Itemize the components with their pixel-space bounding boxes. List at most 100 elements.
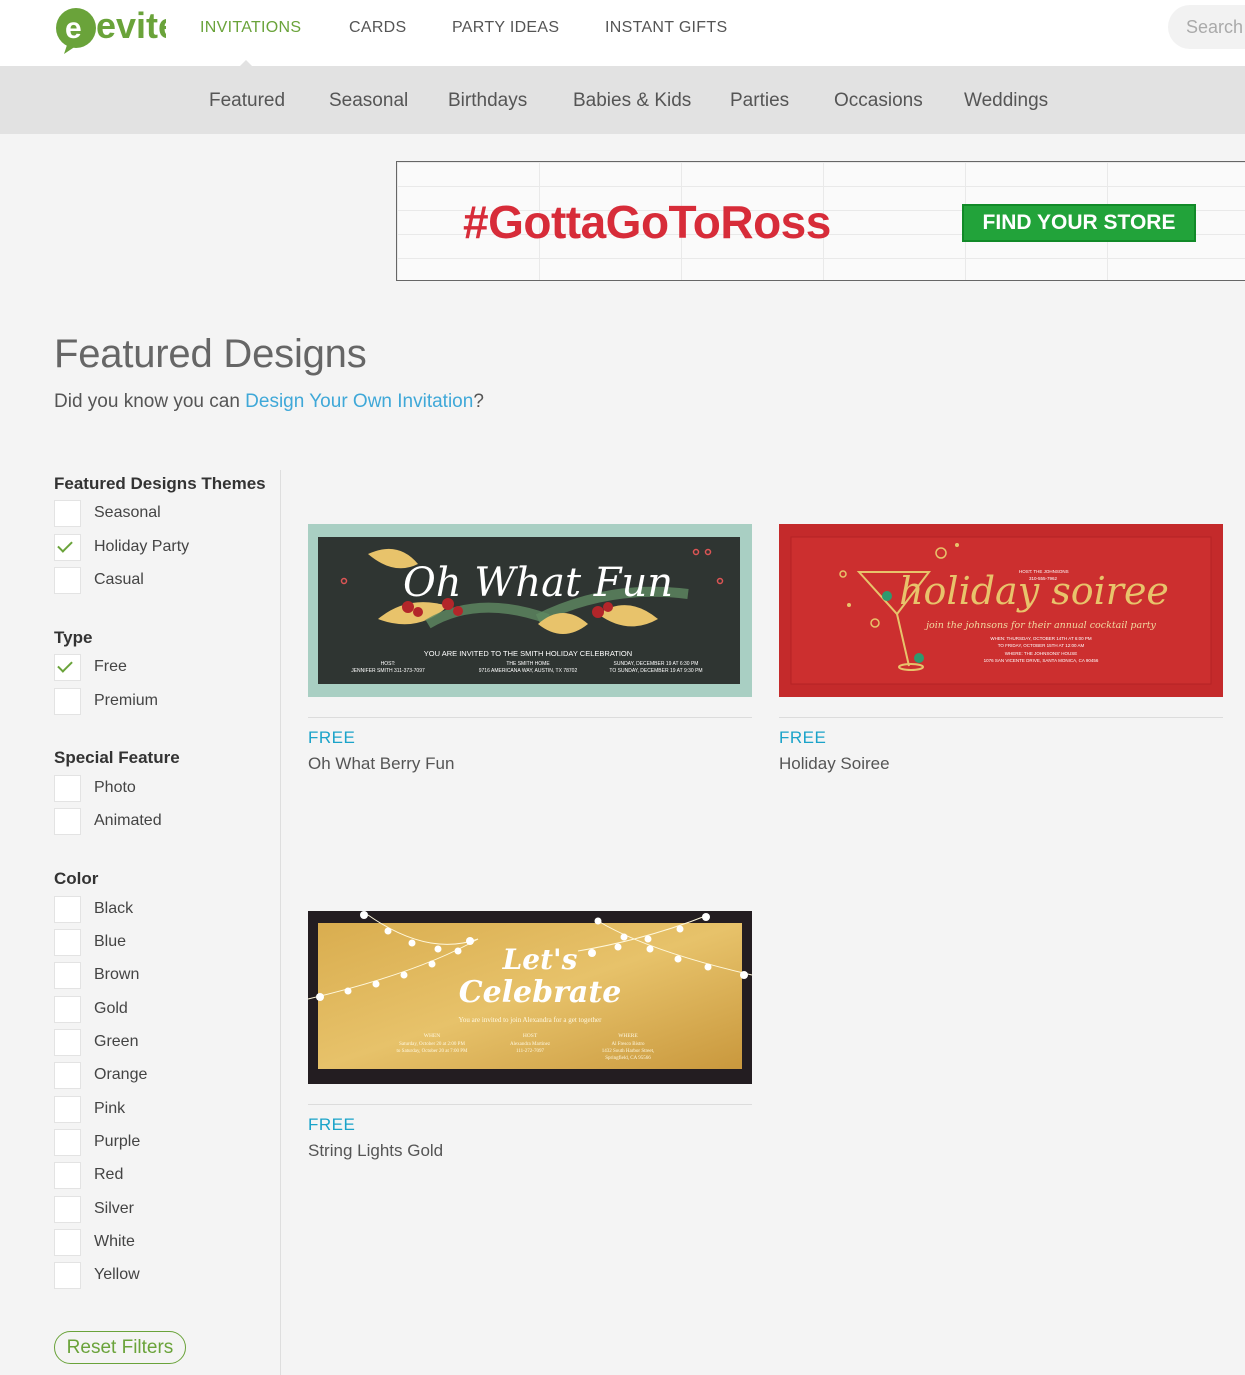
art-headline: Oh What Fun	[403, 560, 673, 606]
checkbox[interactable]	[54, 500, 81, 527]
subnav-weddings[interactable]: Weddings	[964, 90, 1048, 112]
filter-label: Brown	[94, 966, 140, 983]
price-label: FREE	[308, 1115, 356, 1134]
filter-label: Purple	[94, 1133, 141, 1150]
art-where: WHERE: THE JOHNSONS' HOUSE	[1005, 651, 1078, 656]
filter-label: Animated	[94, 812, 162, 829]
nav-party-ideas[interactable]: PARTY IDEAS	[452, 19, 559, 37]
checkbox[interactable]	[54, 688, 81, 715]
design-card-holiday-soiree[interactable]: holiday soiree join the johnsons for the…	[779, 524, 1223, 784]
filter-label: Black	[94, 900, 134, 917]
search-field[interactable]	[1168, 5, 1245, 49]
sidebar-divider	[280, 470, 281, 1375]
nav-instant-gifts[interactable]: INSTANT GIFTS	[605, 19, 727, 37]
design-name[interactable]: String Lights Gold	[308, 1141, 443, 1161]
checkbox[interactable]	[54, 1029, 81, 1056]
nav-cards[interactable]: CARDS	[349, 19, 407, 37]
design-thumbnail[interactable]: holiday soiree join the johnsons for the…	[779, 524, 1223, 697]
design-thumbnail[interactable]: Let's Celebrate You are invited to join …	[308, 911, 752, 1084]
design-thumbnail[interactable]: Oh What Fun YOU ARE INVITED TO THE SMITH…	[308, 524, 752, 697]
filter-color-pink[interactable]: Pink	[54, 1096, 254, 1123]
art-when-end: TO FRIDAY, OCTOBER 15TH AT 12:00 AM	[998, 643, 1085, 648]
filter-label: White	[94, 1233, 135, 1250]
design-your-own-link[interactable]: Design Your Own Invitation	[245, 391, 473, 412]
checkbox[interactable]	[54, 1129, 81, 1156]
art-when-start: SUNDAY, DECEMBER 19 AT 6:30 PM	[614, 661, 699, 667]
filter-label: Premium	[94, 692, 159, 709]
checkbox[interactable]	[54, 808, 81, 835]
invitation-preview-image: Let's Celebrate You are invited to join …	[308, 911, 752, 1084]
card-divider	[308, 717, 752, 718]
checkbox[interactable]	[54, 962, 81, 989]
checkbox[interactable]	[54, 929, 81, 956]
reset-filters-button[interactable]: Reset Filters	[54, 1331, 186, 1364]
checkbox[interactable]	[54, 1062, 81, 1089]
filter-color-blue[interactable]: Blue	[54, 929, 254, 956]
checkmark-icon	[57, 657, 73, 673]
active-nav-pointer	[237, 60, 255, 69]
nav-invitations[interactable]: INVITATIONS	[200, 19, 301, 37]
filter-photo[interactable]: Photo	[54, 775, 254, 802]
art-where-city: Springfield, CA 95566	[605, 1056, 651, 1061]
filter-group-special-title: Special Feature	[54, 748, 180, 767]
filter-color-orange[interactable]: Orange	[54, 1062, 254, 1089]
filter-color-yellow[interactable]: Yellow	[54, 1262, 254, 1289]
art-where-street: 1432 South Harbor Street,	[602, 1049, 655, 1054]
checkmark-icon	[57, 537, 73, 553]
checkbox[interactable]	[54, 567, 81, 594]
advertisement-banner[interactable]: #GottaGoToRoss FIND YOUR STORE	[396, 161, 1245, 281]
filter-color-white[interactable]: White	[54, 1229, 254, 1256]
filter-free[interactable]: Free	[54, 654, 254, 681]
subnav-seasonal[interactable]: Seasonal	[329, 90, 408, 112]
intro-prefix: Did you know you can	[54, 391, 246, 412]
svg-text:e: e	[65, 12, 82, 45]
subnav-occasions[interactable]: Occasions	[834, 90, 923, 112]
top-header: e evite INVITATIONS CARDS PARTY IDEAS IN…	[0, 0, 1245, 66]
checkbox[interactable]	[54, 1196, 81, 1223]
subnav-featured[interactable]: Featured	[209, 90, 285, 112]
find-store-button[interactable]: FIND YOUR STORE	[962, 204, 1196, 242]
filter-label: Silver	[94, 1200, 135, 1217]
subnav-birthdays[interactable]: Birthdays	[448, 90, 527, 112]
filter-premium[interactable]: Premium	[54, 688, 254, 715]
art-when-label: WHEN	[424, 1033, 441, 1039]
checkbox-checked[interactable]	[54, 654, 81, 681]
filter-color-silver[interactable]: Silver	[54, 1196, 254, 1223]
subnav-parties[interactable]: Parties	[730, 90, 789, 112]
design-card-string-lights-gold[interactable]: Let's Celebrate You are invited to join …	[308, 911, 752, 1171]
checkbox[interactable]	[54, 896, 81, 923]
checkbox-checked[interactable]	[54, 534, 81, 561]
checkbox[interactable]	[54, 1229, 81, 1256]
filter-color-red[interactable]: Red	[54, 1162, 254, 1189]
art-when-end: to Saturday, October 20 at 7:00 PM	[397, 1049, 468, 1054]
checkbox[interactable]	[54, 1162, 81, 1189]
checkbox[interactable]	[54, 996, 81, 1023]
art-invite-line: YOU ARE INVITED TO THE SMITH HOLIDAY CEL…	[424, 649, 632, 658]
subnav-babies-kids[interactable]: Babies & Kids	[573, 90, 691, 112]
filter-color-brown[interactable]: Brown	[54, 962, 254, 989]
filter-color-purple[interactable]: Purple	[54, 1129, 254, 1156]
art-host-label: HOST:	[381, 661, 396, 667]
art-when-start: WHEN: THURSDAY, OCTOBER 14TH AT 6:00 PM	[990, 636, 1092, 641]
filter-seasonal[interactable]: Seasonal	[54, 500, 254, 527]
filter-animated[interactable]: Animated	[54, 808, 254, 835]
filter-color-green[interactable]: Green	[54, 1029, 254, 1056]
filter-label: Yellow	[94, 1266, 140, 1283]
design-card-oh-what-berry-fun[interactable]: Oh What Fun YOU ARE INVITED TO THE SMITH…	[308, 524, 752, 784]
filter-color-gold[interactable]: Gold	[54, 996, 254, 1023]
checkbox[interactable]	[54, 1262, 81, 1289]
filter-label: Orange	[94, 1066, 148, 1083]
checkbox[interactable]	[54, 1096, 81, 1123]
filter-label: Free	[94, 658, 127, 675]
design-name[interactable]: Holiday Soiree	[779, 754, 890, 774]
art-host: JENNIFER SMITH 311-373-7097	[351, 668, 425, 674]
search-input[interactable]	[1186, 15, 1245, 39]
evite-logo[interactable]: e evite	[54, 2, 166, 56]
filter-label: Pink	[94, 1100, 126, 1117]
price-label: FREE	[308, 728, 356, 747]
filter-color-black[interactable]: Black	[54, 896, 254, 923]
filter-casual[interactable]: Casual	[54, 567, 254, 594]
design-name[interactable]: Oh What Berry Fun	[308, 754, 454, 774]
checkbox[interactable]	[54, 775, 81, 802]
filter-holiday-party[interactable]: Holiday Party	[54, 534, 254, 561]
